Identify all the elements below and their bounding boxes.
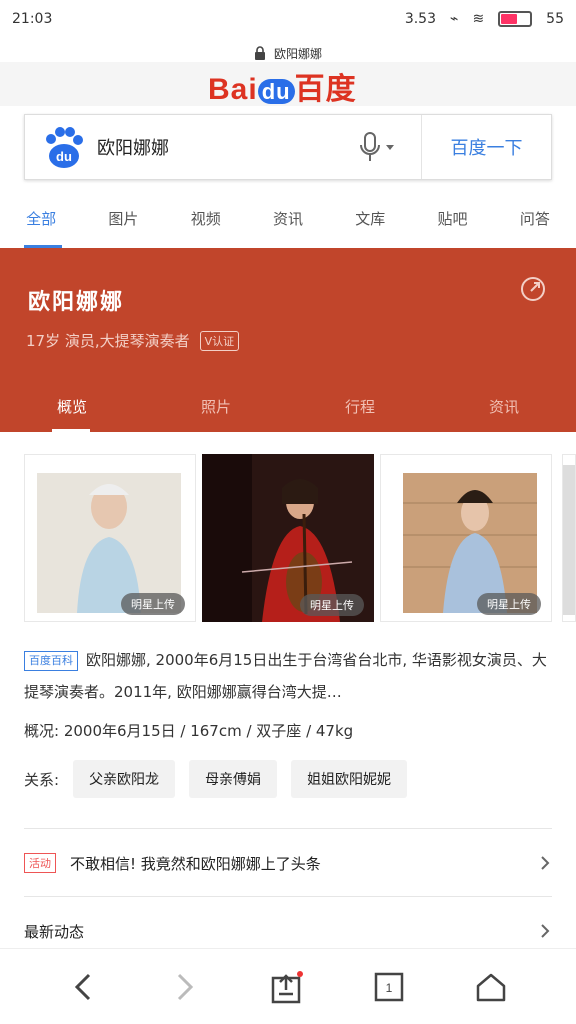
baidu-logo: Bai du 百度 [208, 64, 357, 108]
clock: 21:03 [12, 11, 53, 27]
chevron-right-icon [541, 924, 550, 938]
wifi-icon: ≋ [472, 11, 485, 27]
activity-badge: 活动 [24, 853, 56, 873]
menu-button[interactable] [236, 949, 338, 1024]
celebrity-subtitle: 17岁 演员,大提琴演奏者 V认证 [26, 330, 240, 351]
logo-text-mid: du [257, 79, 295, 104]
activity-row[interactable]: 活动 不敢相信! 我竟然和欧阳娜娜上了头条 [24, 836, 552, 890]
relation-father[interactable]: 父亲欧阳龙 [73, 760, 176, 798]
celebrity-card-header: 欧阳娜娜 17岁 演员,大提琴演奏者 V认证 概览 照片 行程 资讯 [0, 248, 576, 432]
tabs-button[interactable]: 1 [338, 949, 440, 1024]
tab-schedule[interactable]: 行程 [288, 390, 432, 432]
photo-tag: 明星上传 [477, 593, 541, 615]
verified-badge: V认证 [199, 330, 240, 351]
celebrity-photo-3[interactable]: 明星上传 [380, 454, 552, 622]
divider [24, 896, 552, 897]
svg-text:du: du [56, 149, 72, 164]
photo-tag: 明星上传 [121, 593, 185, 615]
tab-celebrity-news[interactable]: 资讯 [432, 390, 576, 432]
url-text: 欧阳娜娜 [273, 46, 322, 61]
logo-text-left: Bai [208, 73, 258, 106]
tab-overview[interactable]: 概览 [0, 390, 144, 432]
photo-carousel[interactable]: 明星上传 明星上传 明星上传 [0, 448, 576, 628]
logo-area: Bai du 百度 [0, 62, 576, 106]
tab-wenku[interactable]: 文库 [329, 196, 411, 248]
home-button[interactable] [440, 949, 542, 1024]
activity-text: 不敢相信! 我竟然和欧阳娜娜上了头条 [70, 854, 321, 873]
tab-videos[interactable]: 视频 [165, 196, 247, 248]
relation-mother[interactable]: 母亲傅娟 [189, 760, 278, 798]
microphone-icon [360, 132, 394, 161]
battery-level: 55 [546, 11, 564, 27]
celebrity-photo-4[interactable] [562, 454, 576, 622]
arrow-left-icon [74, 973, 91, 1000]
forward-button[interactable] [134, 949, 236, 1024]
lock-icon [254, 46, 265, 60]
network-speed: 3.53 [404, 11, 436, 27]
battery-icon [498, 11, 533, 27]
svg-text:1: 1 [386, 981, 393, 995]
summary-text: 欧阳娜娜, 2000年6月15日出生于台湾省台北市, 华语影视女演员、大提琴演奏… [24, 651, 547, 701]
tab-photos[interactable]: 照片 [144, 390, 288, 432]
celebrity-photo-1[interactable]: 明星上传 [24, 454, 196, 622]
signal-icon: ⌁ [450, 11, 459, 27]
search-box: du 欧阳娜娜 百度一下 [24, 114, 552, 180]
baike-source-badge: 百度百科 [24, 650, 78, 671]
celebrity-name: 欧阳娜娜 [28, 290, 125, 315]
search-button[interactable]: 百度一下 [421, 115, 551, 179]
chevron-right-icon [541, 856, 550, 870]
photo-tag: 明星上传 [300, 594, 364, 616]
home-icon [476, 973, 506, 1001]
photo-image [563, 465, 575, 615]
baidu-paw-icon: du [46, 127, 83, 168]
divider [24, 828, 552, 829]
status-bar: 21:03 3.53 ⌁ ≋ 55 [0, 0, 576, 38]
logo-text-right: 百度 [294, 73, 357, 106]
tab-tieba[interactable]: 贴吧 [411, 196, 493, 248]
celebrity-photo-2[interactable]: 明星上传 [202, 454, 374, 622]
search-category-tabs: 全部 图片 视频 资讯 文库 贴吧 问答 [0, 196, 576, 248]
tab-images[interactable]: 图片 [82, 196, 164, 248]
back-button[interactable] [32, 949, 134, 1024]
tab-all[interactable]: 全部 [0, 196, 82, 248]
arrow-right-icon [177, 973, 194, 1000]
relations: 关系: 父亲欧阳龙 母亲傅娟 姐姐欧阳妮妮 [24, 760, 408, 798]
tab-news[interactable]: 资讯 [247, 196, 329, 248]
search-input[interactable]: 欧阳娜娜 [97, 134, 357, 160]
profile-overview: 概况: 2000年6月15日 / 167cm / 双子座 / 47kg [24, 722, 354, 740]
share-tray-icon [271, 970, 303, 1003]
celebrity-tabs: 概览 照片 行程 资讯 [0, 390, 576, 432]
tabs-icon: 1 [374, 972, 404, 1001]
tab-qa[interactable]: 问答 [494, 196, 576, 248]
share-icon[interactable] [520, 276, 546, 302]
latest-news-title: 最新动态 [24, 922, 85, 941]
browser-toolbar: 1 [0, 948, 576, 1024]
relations-label: 关系: [24, 770, 60, 789]
relation-sister[interactable]: 姐姐欧阳妮妮 [291, 760, 408, 798]
baike-summary[interactable]: 百度百科 欧阳娜娜, 2000年6月15日出生于台湾省台北市, 华语影视女演员、大… [24, 644, 554, 708]
voice-search-button[interactable] [357, 127, 397, 167]
celebrity-description: 17岁 演员,大提琴演奏者 [26, 332, 190, 350]
battery-fill [501, 14, 517, 24]
